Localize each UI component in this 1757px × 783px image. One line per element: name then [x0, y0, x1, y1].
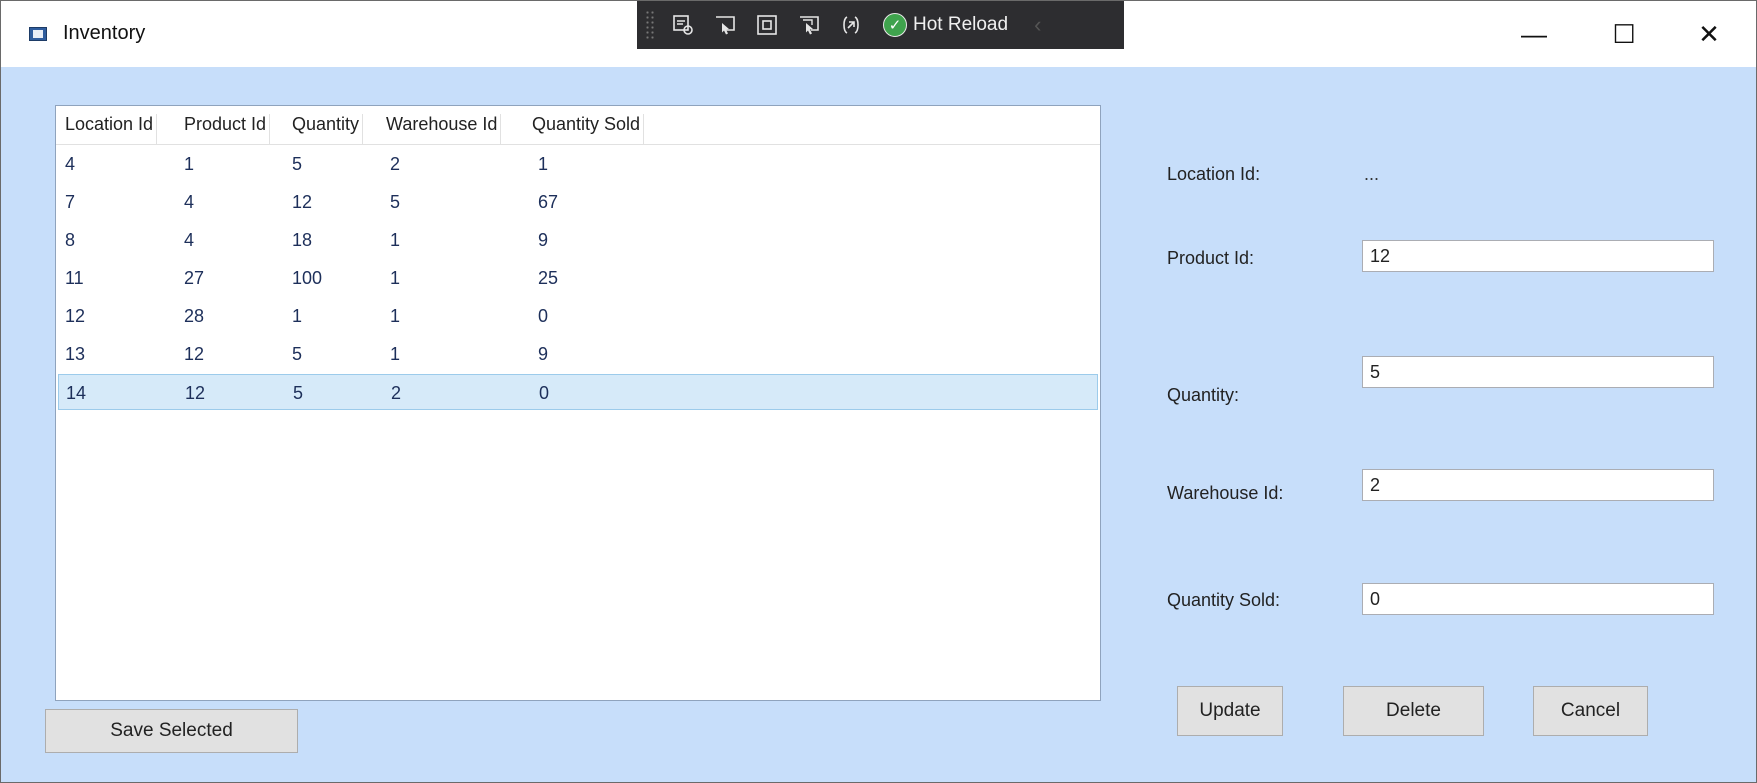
- warehouse-id-label: Warehouse Id:: [1167, 483, 1284, 503]
- cell-quantity: 1: [292, 306, 303, 326]
- cell-location-id: 12: [65, 306, 86, 326]
- cell-product-id: 4: [184, 230, 195, 250]
- delete-button[interactable]: Delete: [1343, 686, 1484, 736]
- cancel-button[interactable]: Cancel: [1533, 686, 1648, 736]
- product-id-label: Product Id:: [1167, 248, 1255, 268]
- binding-failures-icon[interactable]: [837, 11, 865, 39]
- table-row[interactable]: 13 12 5 1 9: [58, 336, 1098, 372]
- cell-product-id: 27: [184, 268, 205, 288]
- cell-location-id: 7: [65, 192, 76, 212]
- cell-quantity: 5: [292, 154, 303, 174]
- table-row[interactable]: 8 4 18 1 9: [58, 222, 1098, 258]
- cell-quantity: 12: [292, 192, 313, 212]
- column-header-location-id[interactable]: Location Id: [65, 114, 158, 144]
- cell-product-id: 12: [185, 383, 206, 403]
- cell-warehouse-id: 1: [390, 306, 401, 326]
- maximize-button[interactable]: ☐: [1589, 11, 1659, 57]
- cell-warehouse-id: 2: [391, 383, 402, 403]
- save-selected-button[interactable]: Save Selected: [45, 709, 298, 753]
- cell-quantity-sold: 9: [538, 230, 549, 250]
- cell-location-id: 14: [66, 383, 87, 403]
- inventory-list[interactable]: Location Id Product Id Quantity Warehous…: [55, 105, 1101, 701]
- cell-quantity: 5: [293, 383, 304, 403]
- column-header-quantity-sold[interactable]: Quantity Sold: [532, 114, 645, 144]
- cell-quantity-sold: 0: [538, 306, 549, 326]
- cell-location-id: 4: [65, 154, 76, 174]
- title-bar: Inventory ✓ Hot Reload ‹ — ☐ ✕: [1, 1, 1756, 67]
- product-id-field[interactable]: [1362, 240, 1714, 272]
- cell-location-id: 8: [65, 230, 76, 250]
- cell-quantity: 18: [292, 230, 313, 250]
- minimize-button[interactable]: —: [1499, 11, 1569, 57]
- inventory-window: Inventory ✓ Hot Reload ‹ — ☐ ✕ Location …: [0, 0, 1757, 783]
- cell-quantity: 100: [292, 268, 323, 288]
- cell-quantity: 5: [292, 344, 303, 364]
- column-header-product-id[interactable]: Product Id: [184, 114, 271, 144]
- preview-selection-icon[interactable]: [795, 11, 823, 39]
- display-layout-icon[interactable]: [711, 11, 739, 39]
- cell-location-id: 11: [65, 268, 84, 288]
- xaml-debug-toolbar: ✓ Hot Reload ‹: [637, 1, 1124, 49]
- select-element-icon[interactable]: [669, 11, 697, 39]
- close-button[interactable]: ✕: [1674, 11, 1744, 57]
- cell-location-id: 13: [65, 344, 86, 364]
- table-row[interactable]: 11 27 100 1 25: [58, 260, 1098, 296]
- cell-quantity-sold: 9: [538, 344, 549, 364]
- quantity-label: Quantity:: [1167, 385, 1240, 405]
- app-icon: [29, 27, 47, 41]
- cell-quantity-sold: 25: [538, 268, 559, 288]
- hot-reload-label: Hot Reload: [913, 14, 1009, 35]
- quantity-sold-field[interactable]: [1362, 583, 1714, 615]
- hot-reload-status[interactable]: ✓ Hot Reload: [883, 13, 1008, 37]
- cell-product-id: 1: [184, 154, 195, 174]
- cell-product-id: 12: [184, 344, 205, 364]
- cell-product-id: 4: [184, 192, 195, 212]
- column-header-quantity[interactable]: Quantity: [292, 114, 364, 144]
- quantity-field[interactable]: [1362, 356, 1714, 388]
- table-row[interactable]: 4 1 5 2 1: [58, 146, 1098, 182]
- warehouse-id-field[interactable]: [1362, 469, 1714, 501]
- check-circle-icon: ✓: [883, 13, 907, 37]
- location-id-label: Location Id:: [1167, 164, 1261, 184]
- toolbar-grip[interactable]: [645, 10, 655, 40]
- table-row[interactable]: 14 12 5 2 0: [58, 374, 1098, 410]
- cell-warehouse-id: 2: [390, 154, 401, 174]
- table-row[interactable]: 7 4 12 5 67: [58, 184, 1098, 220]
- cell-quantity-sold: 0: [539, 383, 550, 403]
- collapse-toolbar-icon[interactable]: ‹: [1034, 12, 1041, 38]
- update-button[interactable]: Update: [1177, 686, 1283, 736]
- list-header: Location Id Product Id Quantity Warehous…: [56, 106, 1100, 145]
- column-header-warehouse-id[interactable]: Warehouse Id: [386, 114, 502, 144]
- cell-warehouse-id: 5: [390, 192, 401, 212]
- table-row[interactable]: 12 28 1 1 0: [58, 298, 1098, 334]
- quantity-sold-label: Quantity Sold:: [1167, 590, 1281, 610]
- cell-product-id: 28: [184, 306, 205, 326]
- cell-warehouse-id: 1: [390, 344, 401, 364]
- track-focus-icon[interactable]: [753, 11, 781, 39]
- window-title: Inventory: [63, 22, 146, 44]
- cell-warehouse-id: 1: [390, 268, 401, 288]
- cell-quantity-sold: 67: [538, 192, 559, 212]
- location-id-value: ...: [1364, 164, 1380, 184]
- cell-quantity-sold: 1: [538, 154, 549, 174]
- cell-warehouse-id: 1: [390, 230, 401, 250]
